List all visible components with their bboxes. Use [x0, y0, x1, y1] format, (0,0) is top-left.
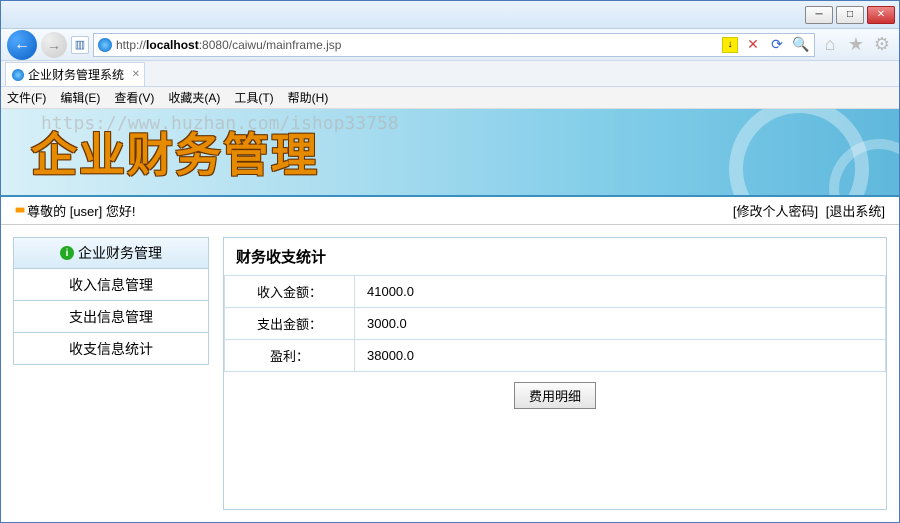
- banner-title: 企业财务管理: [31, 119, 319, 185]
- sidebar-item-stats[interactable]: 收支信息统计: [13, 333, 209, 365]
- browser-navbar: ← → ▥ http://localhost:8080/caiwu/mainfr…: [1, 29, 899, 61]
- refresh-icon[interactable]: ⟳: [768, 36, 786, 54]
- user-bar: ■■ 尊敬的 [user] 您好! [修改个人密码] [退出系统]: [1, 197, 899, 225]
- tab-bar: 企业财务管理系统 ✕: [1, 61, 899, 87]
- sidebar: i 企业财务管理 收入信息管理 支出信息管理 收支信息统计: [13, 237, 209, 510]
- browser-tab[interactable]: 企业财务管理系统 ✕: [5, 62, 145, 86]
- sidebar-item-income[interactable]: 收入信息管理: [13, 269, 209, 301]
- sidebar-item-finance-mgmt[interactable]: i 企业财务管理: [13, 237, 209, 269]
- favorites-icon[interactable]: ★: [845, 34, 867, 56]
- window-titlebar: ─ □ ✕: [1, 1, 899, 29]
- logout-link[interactable]: [退出系统]: [826, 204, 885, 219]
- greeting: 尊敬的 [user] 您好!: [27, 201, 135, 220]
- sidebar-item-label: 企业财务管理: [78, 243, 162, 263]
- address-bar[interactable]: http://localhost:8080/caiwu/mainframe.js…: [93, 33, 815, 57]
- stop-icon[interactable]: ✕: [744, 36, 762, 54]
- income-label: 收入金额：: [225, 276, 355, 308]
- minimize-button[interactable]: ─: [805, 6, 833, 24]
- tab-close-icon[interactable]: ✕: [132, 69, 140, 80]
- compat-icon[interactable]: ↓: [722, 37, 738, 53]
- bullet-icon: ■■: [15, 205, 23, 216]
- expense-label: 支出金额：: [225, 308, 355, 340]
- menu-help[interactable]: 帮助(H): [288, 89, 329, 106]
- menu-edit[interactable]: 编辑(E): [60, 89, 100, 106]
- detail-button[interactable]: 费用明细: [514, 382, 596, 409]
- tab-title: 企业财务管理系统: [28, 66, 124, 83]
- settings-gear-icon[interactable]: ⚙: [871, 34, 893, 56]
- table-row: 收入金额：41000.0: [225, 276, 886, 308]
- change-password-link[interactable]: [修改个人密码]: [733, 204, 818, 219]
- menu-view[interactable]: 查看(V): [114, 89, 154, 106]
- table-row: 盈利：38000.0: [225, 340, 886, 372]
- ie-menubar: 文件(F) 编辑(E) 查看(V) 收藏夹(A) 工具(T) 帮助(H): [1, 87, 899, 109]
- table-row: 支出金额：3000.0: [225, 308, 886, 340]
- profit-value: 38000.0: [355, 340, 886, 372]
- page-banner: https://www.huzhan.com/ishop33758 企业财务管理: [1, 109, 899, 197]
- tab-favicon-icon: [12, 69, 24, 81]
- url-text: http://localhost:8080/caiwu/mainframe.js…: [116, 38, 718, 52]
- close-button[interactable]: ✕: [867, 6, 895, 24]
- maximize-button[interactable]: □: [836, 6, 864, 24]
- main-panel: 财务收支统计 收入金额：41000.0 支出金额：3000.0 盈利：38000…: [223, 237, 887, 510]
- info-icon: i: [60, 246, 74, 260]
- stats-table: 收入金额：41000.0 支出金额：3000.0 盈利：38000.0: [224, 275, 886, 372]
- content-area: i 企业财务管理 收入信息管理 支出信息管理 收支信息统计 财务收支统计 收入金…: [1, 225, 899, 522]
- ie-icon: [98, 38, 112, 52]
- menu-tools[interactable]: 工具(T): [234, 89, 273, 106]
- menu-favorites[interactable]: 收藏夹(A): [168, 89, 220, 106]
- panel-title: 财务收支统计: [224, 238, 886, 275]
- income-value: 41000.0: [355, 276, 886, 308]
- menu-file[interactable]: 文件(F): [7, 89, 46, 106]
- back-button[interactable]: ←: [7, 30, 37, 60]
- home-icon[interactable]: ⌂: [819, 34, 841, 56]
- expense-value: 3000.0: [355, 308, 886, 340]
- forward-button[interactable]: →: [41, 32, 67, 58]
- security-shield-icon[interactable]: ▥: [71, 36, 89, 54]
- profit-label: 盈利：: [225, 340, 355, 372]
- search-icon[interactable]: 🔍: [792, 36, 810, 54]
- sidebar-item-expense[interactable]: 支出信息管理: [13, 301, 209, 333]
